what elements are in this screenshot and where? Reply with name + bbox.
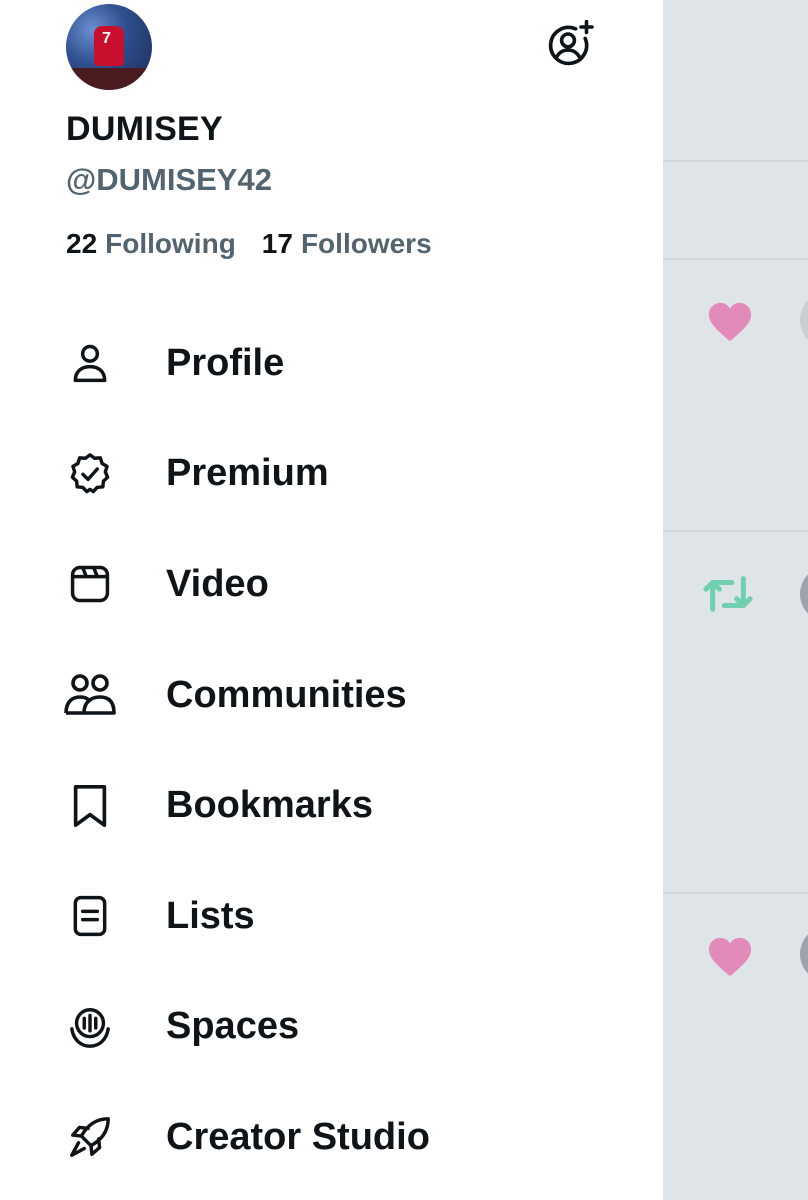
menu-item-profile[interactable]: Profile (0, 308, 663, 419)
menu-item-premium[interactable]: Premium (0, 419, 663, 530)
following-link[interactable]: 22 Following (66, 228, 236, 260)
timeline-divider (663, 160, 808, 162)
menu-label: Communities (166, 673, 407, 716)
follow-stats: 22 Following 17 Followers (66, 228, 432, 260)
rocket-icon (64, 1111, 116, 1163)
menu-label: Premium (166, 452, 329, 495)
heart-icon (707, 300, 753, 344)
retweet-icon (703, 572, 753, 616)
menu-item-video[interactable]: Video (0, 529, 663, 640)
heart-icon (707, 935, 753, 979)
menu-label: Profile (166, 341, 285, 384)
bookmark-icon (64, 780, 116, 832)
menu-label: Spaces (166, 1005, 300, 1048)
followers-label: Followers (300, 228, 432, 259)
add-account-icon[interactable] (546, 20, 594, 68)
video-icon (64, 558, 116, 610)
spaces-icon (64, 1001, 116, 1053)
timeline-divider (663, 258, 808, 260)
menu-label: Video (166, 562, 269, 605)
menu-item-spaces[interactable]: Spaces (0, 972, 663, 1083)
menu-item-creator-studio[interactable]: Creator Studio (0, 1082, 663, 1193)
avatar (800, 292, 808, 348)
avatar (800, 926, 808, 982)
user-handle[interactable]: @DUMISEY42 (66, 162, 272, 198)
menu-label: Bookmarks (166, 784, 373, 827)
following-label: Following (105, 228, 236, 259)
verified-badge-icon (64, 448, 116, 500)
profile-avatar[interactable]: 7 (66, 4, 152, 90)
communities-icon (64, 669, 116, 721)
list-icon (64, 890, 116, 942)
avatar (800, 566, 808, 622)
side-drawer: 7 DUMISEY @DUMISEY42 22 Following 17 Fol… (0, 0, 663, 1200)
timeline-backdrop[interactable] (663, 0, 808, 1200)
person-icon (64, 337, 116, 389)
menu-label: Lists (166, 894, 255, 937)
followers-link[interactable]: 17 Followers (262, 228, 432, 260)
timeline-divider (663, 892, 808, 894)
menu-item-lists[interactable]: Lists (0, 861, 663, 972)
menu-item-communities[interactable]: Communities (0, 640, 663, 751)
timeline-divider (663, 530, 808, 532)
drawer-menu: Profile Premium Video Communities Bookma… (0, 308, 663, 1193)
following-count: 22 (66, 228, 98, 259)
followers-count: 17 (261, 228, 293, 259)
menu-item-bookmarks[interactable]: Bookmarks (0, 750, 663, 861)
menu-label: Creator Studio (166, 1115, 430, 1158)
avatar-ground (66, 68, 152, 90)
display-name[interactable]: DUMISEY (66, 110, 223, 149)
avatar-jersey-number: 7 (102, 30, 111, 47)
